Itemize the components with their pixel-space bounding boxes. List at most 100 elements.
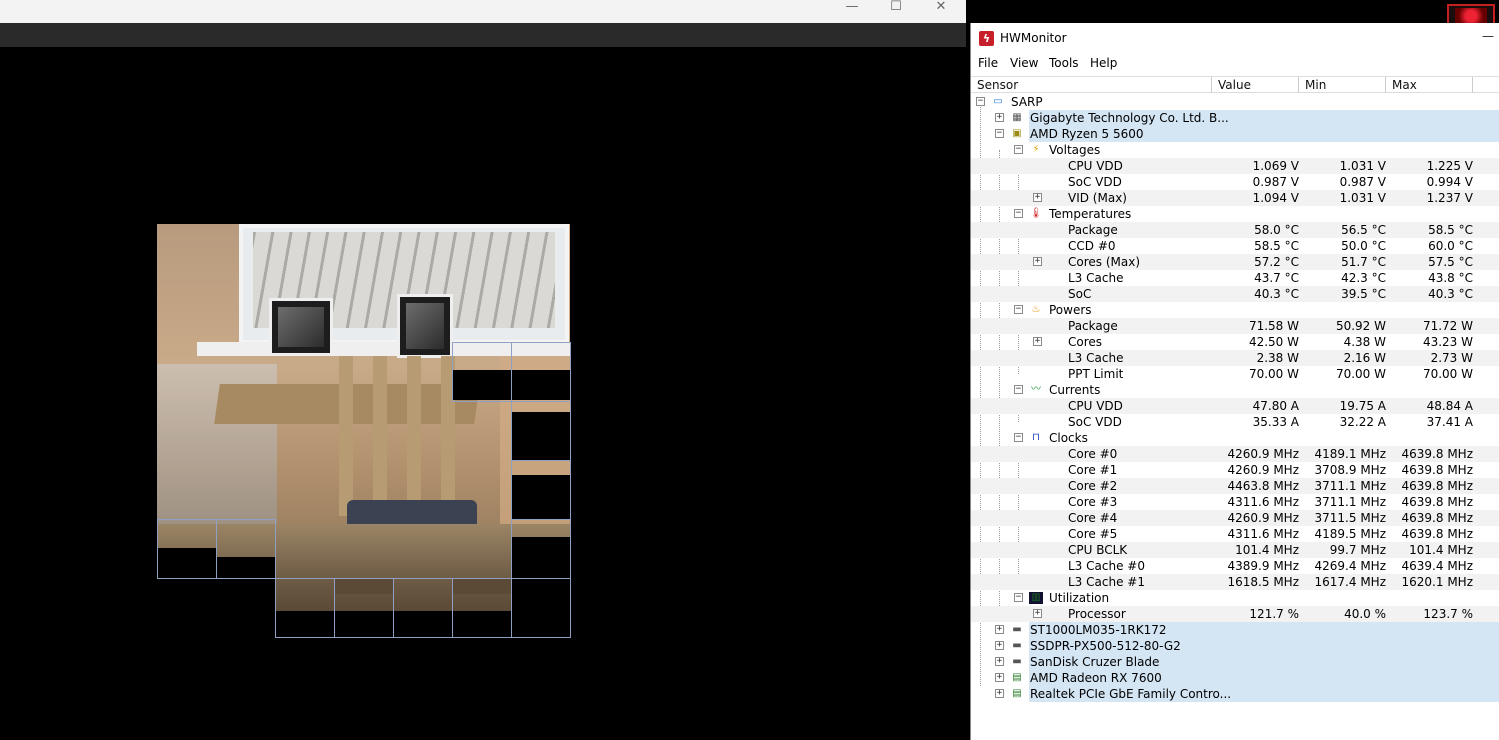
sensor-row[interactable]: Core #4 4260.9 MHz 3711.5 MHz 4639.8 MHz [971, 510, 1499, 526]
tree-group-utilization[interactable]: − ▥ Utilization [971, 590, 1499, 606]
column-value[interactable]: Value [1212, 77, 1299, 93]
cpu-chip-icon: ▣ [1012, 128, 1022, 139]
sensor-row[interactable]: Package 71.58 W 50.92 W 71.72 W [971, 318, 1499, 334]
expand-icon[interactable]: + [995, 113, 1004, 122]
sensor-row[interactable]: Core #0 4260.9 MHz 4189.1 MHz 4639.8 MHz [971, 446, 1499, 462]
render-grid-cell [157, 519, 217, 579]
minimize-icon[interactable]: — [1482, 29, 1494, 43]
sensor-row[interactable]: L3 Cache 43.7 °C 42.3 °C 43.8 °C [971, 270, 1499, 286]
gpu-icon: ▤ [1012, 672, 1022, 683]
collapse-icon[interactable]: − [1014, 209, 1023, 218]
sensor-row[interactable]: + Cores 42.50 W 4.38 W 43.23 W [971, 334, 1499, 350]
tree-group-powers[interactable]: − ♨ Powers [971, 302, 1499, 318]
close-icon[interactable]: ✕ [929, 0, 953, 14]
scene-picture-frame [269, 298, 333, 356]
render-grid-cell [511, 460, 571, 520]
expand-icon[interactable]: + [995, 657, 1004, 666]
sensor-row[interactable]: + Cores (Max) 57.2 °C 51.7 °C 57.5 °C [971, 254, 1499, 270]
sensor-row[interactable]: Core #5 4311.6 MHz 4189.5 MHz 4639.8 MHz [971, 526, 1499, 542]
computer-icon: ▭ [993, 96, 1003, 107]
tree-node-cpu[interactable]: − ▣ AMD Ryzen 5 5600 [971, 126, 1499, 142]
motherboard-icon: ▦ [1012, 112, 1022, 123]
expand-icon[interactable]: + [995, 689, 1004, 698]
sensor-row[interactable]: CCD #0 58.5 °C 50.0 °C 60.0 °C [971, 238, 1499, 254]
column-max[interactable]: Max [1386, 77, 1473, 93]
column-min[interactable]: Min [1299, 77, 1386, 93]
menu-view[interactable]: View [1010, 56, 1038, 70]
sensor-row[interactable]: CPU BCLK 101.4 MHz 99.7 MHz 101.4 MHz [971, 542, 1499, 558]
usb-drive-icon: ▬ [1012, 656, 1022, 667]
collapse-icon[interactable]: − [976, 97, 985, 106]
tree-node-device[interactable]: + ▬ SSDPR-PX500-512-80-G2 [971, 638, 1499, 654]
sensor-row[interactable]: SoC 40.3 °C 39.5 °C 40.3 °C [971, 286, 1499, 302]
flame-icon: ♨ [1031, 304, 1041, 315]
render-grid-cell [393, 578, 453, 638]
menu-tools[interactable]: Tools [1049, 56, 1079, 70]
collapse-icon[interactable]: − [1014, 145, 1023, 154]
collapse-icon[interactable]: − [1014, 593, 1023, 602]
column-header: Sensor Value Min Max [971, 76, 1499, 93]
network-card-icon: ▤ [1012, 688, 1022, 699]
menu-help[interactable]: Help [1090, 56, 1117, 70]
expand-icon[interactable]: + [995, 641, 1004, 650]
expand-icon[interactable]: + [1033, 609, 1042, 618]
tree-node-device[interactable]: + ▤ Realtek PCIe GbE Family Contro... [971, 686, 1499, 702]
thermometer-icon: 🌡 [1029, 208, 1043, 219]
hwmonitor-titlebar[interactable]: ϟ HWMonitor — [971, 23, 1499, 54]
hwmonitor-window: ϟ HWMonitor — File View Tools Help Senso… [970, 23, 1499, 740]
tree-node-device[interactable]: + ▤ AMD Radeon RX 7600 [971, 670, 1499, 686]
ssd-icon: ▬ [1012, 640, 1022, 651]
desktop: — ☐ ✕ ϟ HWMonitor — File View Tools Help… [0, 0, 1499, 740]
tree-group-voltages[interactable]: − ⚡ Voltages [971, 142, 1499, 158]
expand-icon[interactable]: + [995, 625, 1004, 634]
tree-node-motherboard[interactable]: + ▦ Gigabyte Technology Co. Ltd. B... [971, 110, 1499, 126]
render-grid-cell [452, 578, 512, 638]
sensor-row[interactable]: Core #3 4311.6 MHz 3711.1 MHz 4639.8 MHz [971, 494, 1499, 510]
render-grid-cell [275, 578, 335, 638]
tree-group-clocks[interactable]: − ⊓ Clocks [971, 430, 1499, 446]
render-grid-cell [216, 519, 276, 579]
utilization-icon: ▥ [1029, 592, 1043, 604]
hwmonitor-app-icon: ϟ [979, 31, 994, 46]
sensor-row[interactable]: + Processor 121.7 % 40.0 % 123.7 % [971, 606, 1499, 622]
expand-icon[interactable]: + [1033, 257, 1042, 266]
tree-node-device[interactable]: + ▬ SanDisk Cruzer Blade [971, 654, 1499, 670]
current-graph-icon: 〰 [1031, 384, 1041, 395]
sensor-row[interactable]: SoC VDD 35.33 A 32.22 A 37.41 A [971, 414, 1499, 430]
sensor-row[interactable]: Package 58.0 °C 56.5 °C 58.5 °C [971, 222, 1499, 238]
expand-icon[interactable]: + [1033, 193, 1042, 202]
minimize-icon[interactable]: — [840, 0, 864, 14]
render-grid-cell [511, 519, 571, 579]
collapse-icon[interactable]: − [1014, 305, 1023, 314]
render-window-titlebar[interactable]: — ☐ ✕ [0, 0, 966, 23]
tree-group-temperatures[interactable]: − 🌡 Temperatures [971, 206, 1499, 222]
scene-picture-frame [397, 294, 453, 358]
menu-file[interactable]: File [978, 56, 998, 70]
render-grid-cell [452, 342, 512, 402]
sensor-row[interactable]: L3 Cache #1 1618.5 MHz 1617.4 MHz 1620.1… [971, 574, 1499, 590]
expand-icon[interactable]: + [1033, 337, 1042, 346]
sensor-row[interactable]: CPU VDD 47.80 A 19.75 A 48.84 A [971, 398, 1499, 414]
sensor-row[interactable]: CPU VDD 1.069 V 1.031 V 1.225 V [971, 158, 1499, 174]
maximize-icon[interactable]: ☐ [884, 0, 908, 14]
sensor-row[interactable]: L3 Cache 2.38 W 2.16 W 2.73 W [971, 350, 1499, 366]
tree-node-root[interactable]: − ▭ SARP [971, 94, 1499, 110]
sensor-row[interactable]: Core #2 4463.8 MHz 3711.1 MHz 4639.8 MHz [971, 478, 1499, 494]
tree-group-currents[interactable]: − 〰 Currents [971, 382, 1499, 398]
expand-icon[interactable]: + [995, 673, 1004, 682]
menu-bar: File View Tools Help [971, 54, 1499, 74]
clock-wave-icon: ⊓ [1032, 432, 1040, 443]
render-grid-cell [511, 342, 571, 402]
sensor-row[interactable]: Core #1 4260.9 MHz 3708.9 MHz 4639.8 MHz [971, 462, 1499, 478]
sensor-row[interactable]: PPT Limit 70.00 W 70.00 W 70.00 W [971, 366, 1499, 382]
window-title: HWMonitor [1000, 31, 1067, 45]
collapse-icon[interactable]: − [1014, 385, 1023, 394]
collapse-icon[interactable]: − [1014, 433, 1023, 442]
sensor-row[interactable]: L3 Cache #0 4389.9 MHz 4269.4 MHz 4639.4… [971, 558, 1499, 574]
render-grid-cell [511, 401, 571, 461]
sensor-row[interactable]: SoC VDD 0.987 V 0.987 V 0.994 V [971, 174, 1499, 190]
column-sensor[interactable]: Sensor [971, 77, 1212, 93]
collapse-icon[interactable]: − [995, 129, 1004, 138]
sensor-row[interactable]: + VID (Max) 1.094 V 1.031 V 1.237 V [971, 190, 1499, 206]
tree-node-device[interactable]: + ▬ ST1000LM035-1RK172 [971, 622, 1499, 638]
